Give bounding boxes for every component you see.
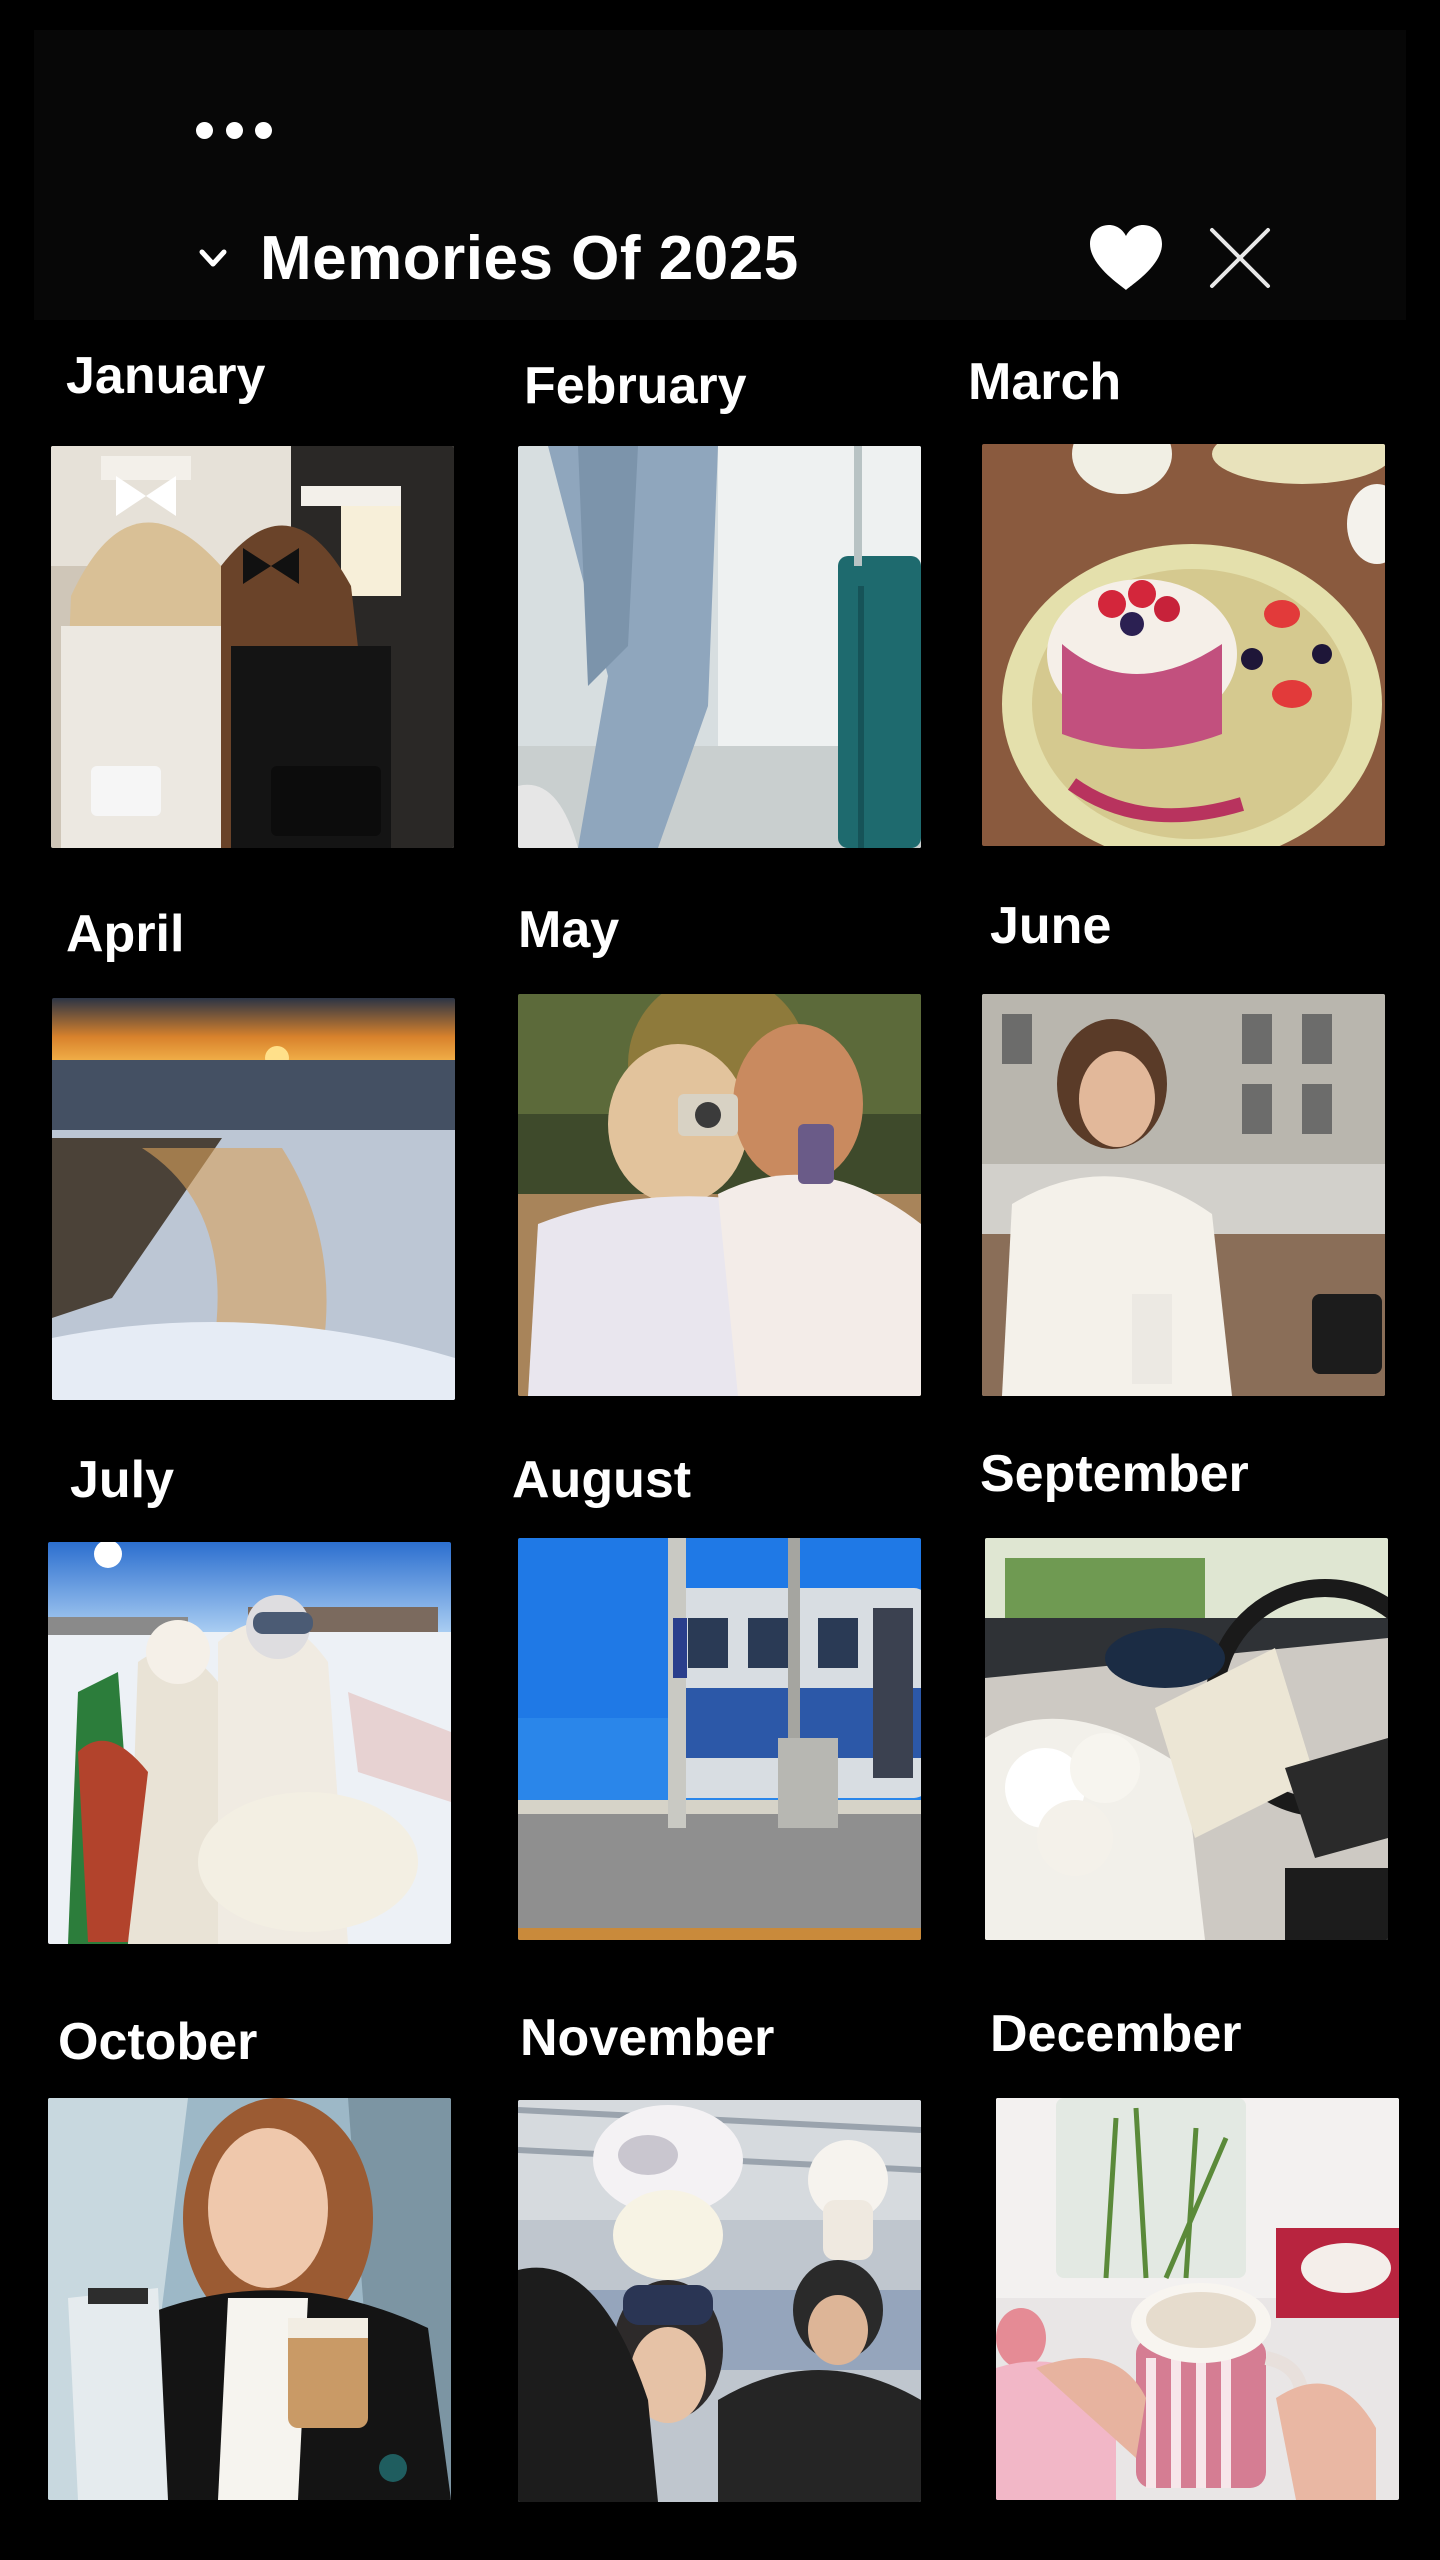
photo-march[interactable] [982,444,1385,846]
photo-september[interactable] [985,1538,1388,1940]
more-dots-icon [196,121,213,139]
month-label-december: December [990,2005,1242,2063]
photo-april[interactable] [52,998,455,1400]
month-label-january: January [66,347,266,405]
page-title: Memories Of 2025 [260,223,799,293]
heart-icon [1090,225,1162,290]
album-title-dropdown[interactable]: Memories Of 2025 [196,218,799,298]
photo-october[interactable] [48,2098,451,2500]
month-label-august: August [512,1451,692,1509]
photo-image [985,1538,1388,1940]
photo-image [518,446,921,848]
photo-image [518,1538,921,1940]
month-label-june: June [990,897,1112,955]
photo-june[interactable] [982,994,1385,1396]
photo-image [982,994,1385,1396]
close-button[interactable] [1204,222,1276,294]
photo-image [518,2100,921,2502]
month-label-july: July [70,1451,175,1509]
month-label-september: September [980,1445,1249,1503]
photo-image [996,2098,1399,2500]
month-label-march: March [968,353,1122,411]
photo-august[interactable] [518,1538,921,1940]
chevron-down-icon [199,249,227,267]
photo-image [52,998,455,1400]
photo-february[interactable] [518,446,921,848]
photo-november[interactable] [518,2100,921,2502]
month-label-april: April [66,905,185,963]
photo-july[interactable] [48,1542,451,1944]
month-label-november: November [520,2009,775,2067]
photo-image [982,444,1385,846]
month-label-february: February [524,357,747,415]
month-label-may: May [518,901,620,959]
close-icon [1210,228,1270,288]
photo-may[interactable] [518,994,921,1396]
photo-image [48,1542,451,1944]
photo-image [48,2098,451,2500]
month-label-october: October [58,2013,258,2071]
more-options-button[interactable] [196,112,272,148]
photo-january[interactable] [51,446,454,848]
photo-image [518,994,921,1396]
like-button[interactable] [1086,222,1166,294]
photo-december[interactable] [996,2098,1399,2500]
photo-image [51,446,454,848]
